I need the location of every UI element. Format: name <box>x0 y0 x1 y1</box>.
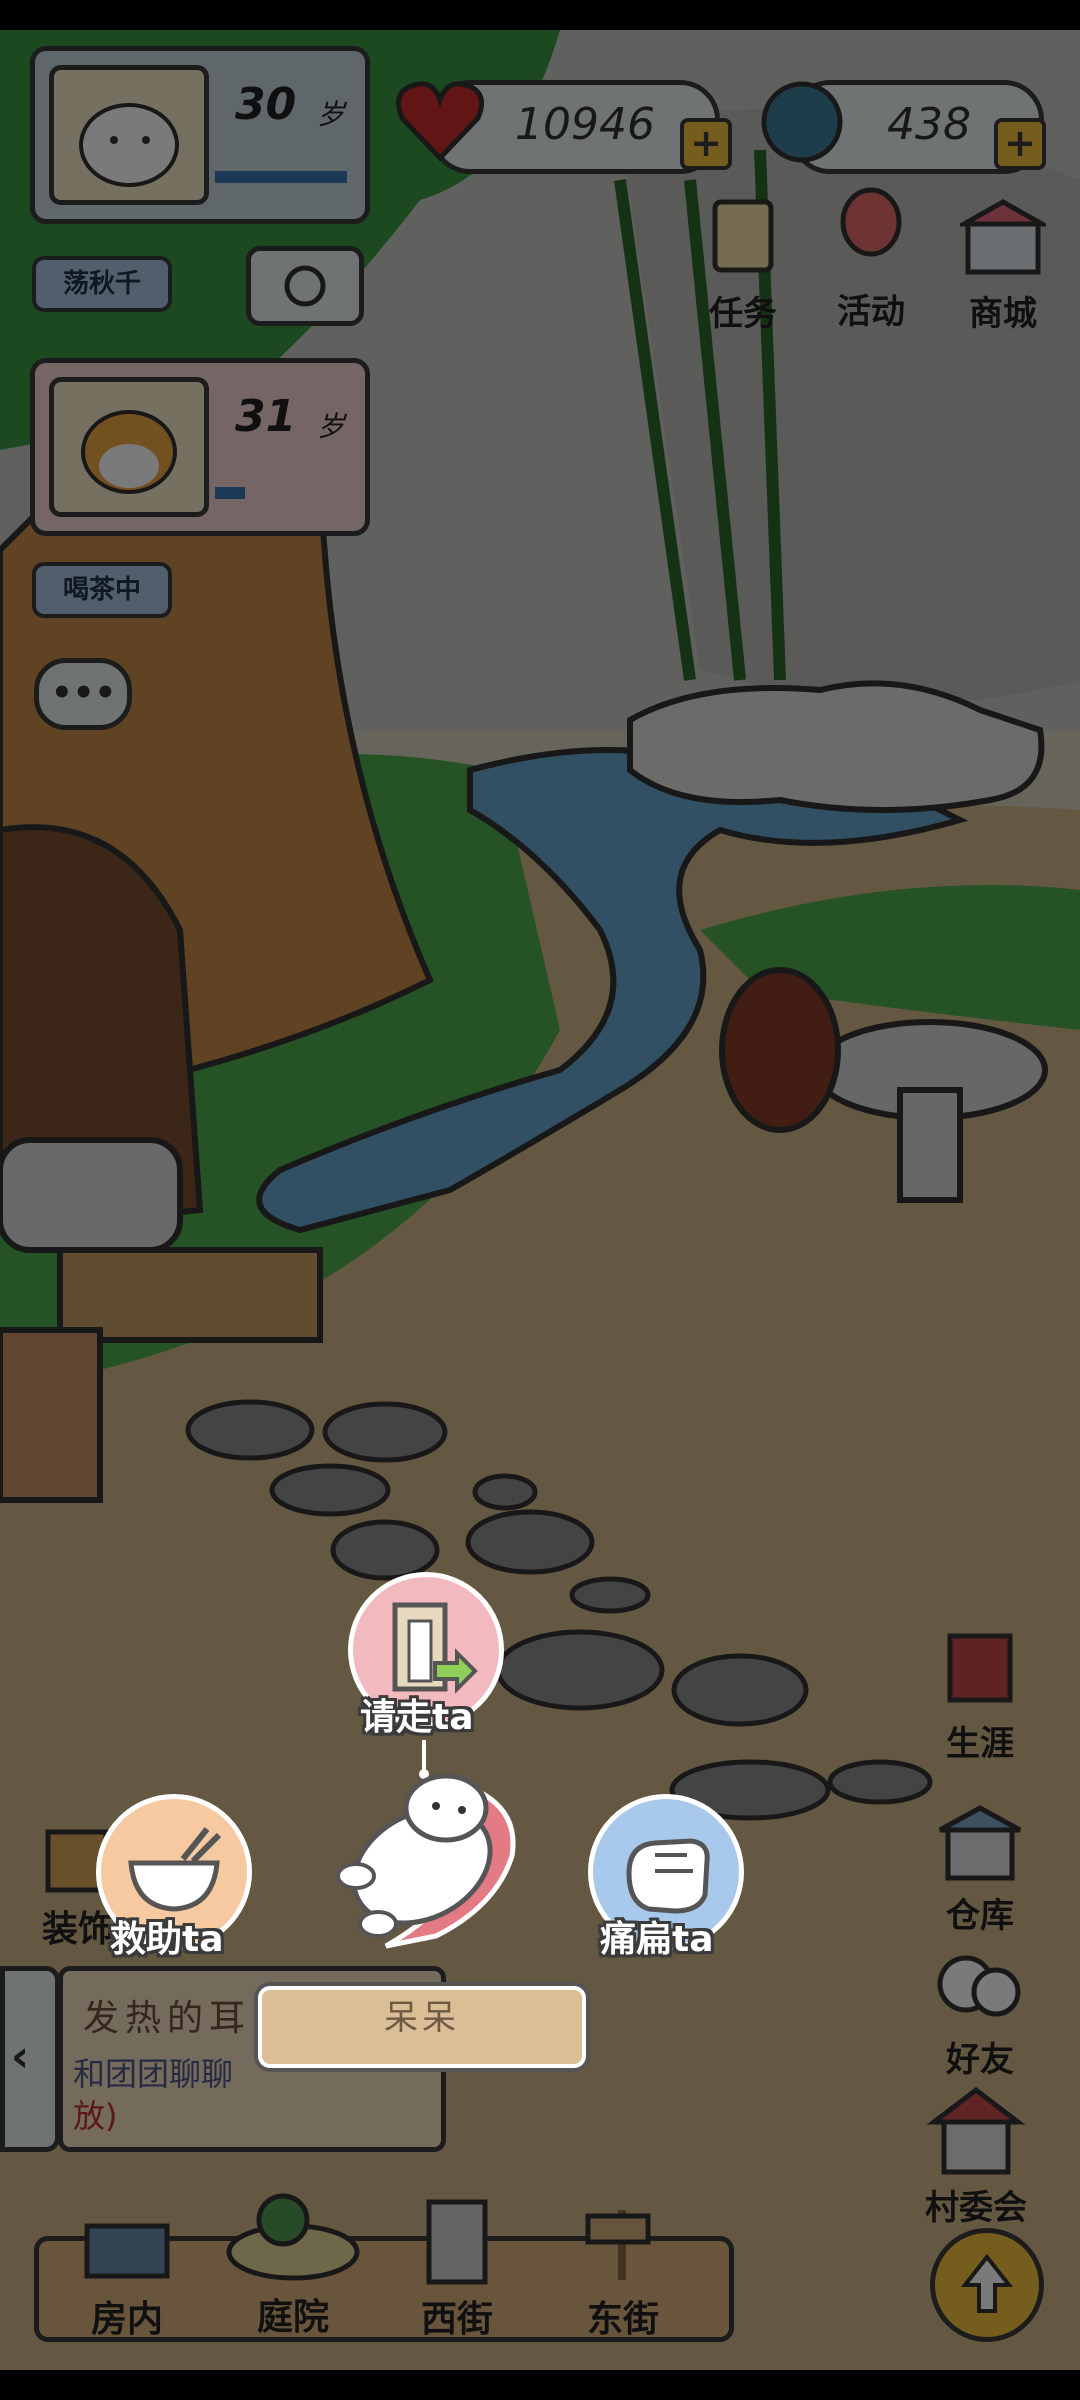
warehouse-button[interactable]: 仓库 <box>920 1804 1040 1937</box>
career-button[interactable]: 生涯 <box>920 1632 1040 1765</box>
clipboard-icon <box>712 199 774 273</box>
camera-button[interactable] <box>246 246 364 326</box>
hearts-value: 10946 <box>515 99 655 150</box>
tab-house-label: 房内 <box>90 2299 163 2340</box>
chat-bubble-icon: ••• <box>51 673 117 713</box>
add-gems-button[interactable]: + <box>994 118 1046 170</box>
village-committee-button[interactable]: 村委会 <box>916 2080 1036 2229</box>
partner-avatar <box>49 377 209 517</box>
events-button[interactable]: 活动 <box>816 186 926 333</box>
player-progress-bar <box>215 171 347 183</box>
dismiss-action-label: 请走ta <box>360 1697 474 1738</box>
warehouse-icon <box>938 1805 1022 1881</box>
message-line-2: 放) <box>73 2097 118 2135</box>
tab-courtyard[interactable]: 庭院 <box>218 2180 368 2340</box>
chat-button[interactable]: ••• <box>34 658 132 730</box>
balloon-icon <box>840 187 902 257</box>
visitor-name-plate: 呆呆 <box>258 1986 586 2068</box>
shop-button[interactable]: 商城 <box>948 196 1058 335</box>
beat-action-label: 痛扁ta <box>600 1919 714 1960</box>
arrow-up-icon <box>960 2253 1014 2313</box>
tab-east-street-label: 东街 <box>586 2299 659 2340</box>
penguin-avatar-icon <box>81 410 177 494</box>
partner-age: 31 <box>235 391 297 442</box>
partner-progress-bar <box>215 487 245 499</box>
player-card[interactable]: 30 岁 <box>30 46 370 224</box>
message-line-1: 和团团聊聊 <box>73 2055 234 2093</box>
tasks-label: 任务 <box>709 294 777 334</box>
friends-icon <box>937 1955 1021 2017</box>
player-status: 荡秋千 <box>32 256 172 312</box>
tab-courtyard-label: 庭院 <box>256 2297 329 2338</box>
signpost-icon <box>585 2210 651 2280</box>
player-age: 30 <box>235 79 297 130</box>
partner-age-unit: 岁 <box>317 410 346 443</box>
message-title: 发热的耳 <box>83 1998 252 2039</box>
game-screen: { "player_card": {"age": "30", "age_unit… <box>0 0 1080 2400</box>
visitor-name: 呆呆 <box>384 1998 460 2038</box>
partner-status: 喝茶中 <box>32 562 172 618</box>
gem-icon <box>761 81 843 163</box>
friends-button[interactable]: 好友 <box>920 1938 1040 2081</box>
partner-card[interactable]: 31 岁 <box>30 358 370 536</box>
chevron-left-icon: ‹ <box>11 2031 30 2082</box>
events-label: 活动 <box>837 292 905 332</box>
heart-icon <box>396 81 484 162</box>
warehouse-label: 仓库 <box>946 1896 1014 1936</box>
scroll-up-button[interactable] <box>930 2228 1044 2342</box>
bed-icon <box>84 2223 170 2279</box>
building-icon <box>426 2199 488 2285</box>
add-hearts-button[interactable]: + <box>680 118 732 170</box>
tab-east-street[interactable]: 东街 <box>548 2196 698 2342</box>
tab-west-street[interactable]: 西街 <box>382 2196 532 2342</box>
tab-west-street-label: 西街 <box>420 2299 493 2340</box>
shop-label: 商城 <box>969 294 1037 334</box>
book-icon <box>947 1633 1013 1703</box>
player-avatar <box>49 65 209 205</box>
shop-icon <box>954 199 1052 275</box>
collapse-panel-button[interactable]: ‹ <box>0 1966 60 2152</box>
village-committee-label: 村委会 <box>925 2188 1027 2228</box>
cat-avatar-icon <box>79 103 179 187</box>
player-age-unit: 岁 <box>317 98 346 131</box>
rescue-action-label: 救助ta <box>110 1919 224 1960</box>
garden-icon <box>226 2193 360 2281</box>
career-label: 生涯 <box>946 1724 1014 1764</box>
gems-value: 438 <box>887 99 971 150</box>
camera-icon <box>284 265 326 307</box>
tasks-button[interactable]: 任务 <box>688 196 798 335</box>
village-hall-icon <box>926 2086 1026 2175</box>
tab-house[interactable]: 房内 <box>52 2196 202 2342</box>
visitor-character[interactable] <box>316 1736 526 1956</box>
friends-label: 好友 <box>946 2040 1014 2080</box>
